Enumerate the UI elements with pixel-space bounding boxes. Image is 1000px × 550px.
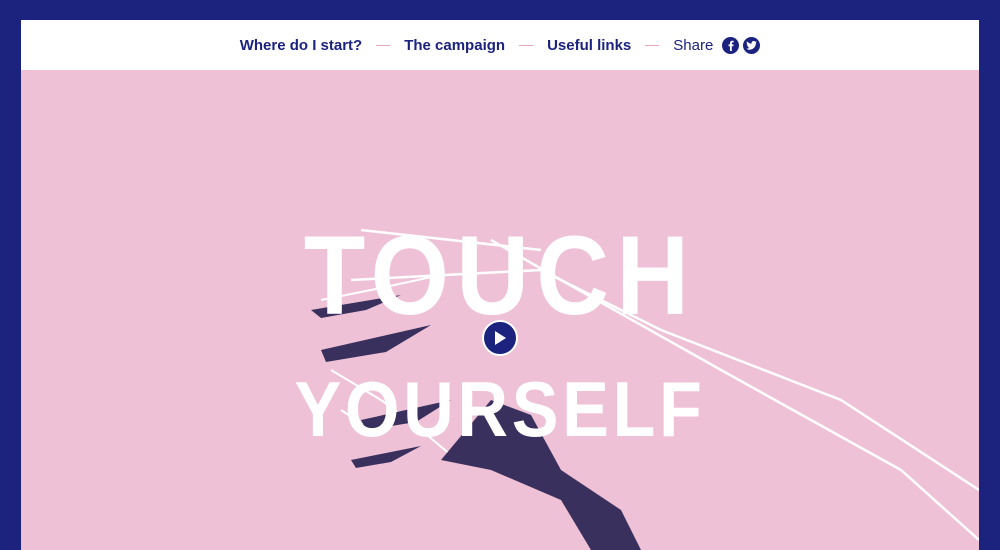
nav-separator bbox=[645, 44, 660, 46]
nav-link-where-do-i-start[interactable]: Where do I start? bbox=[240, 37, 363, 54]
hero-video[interactable]: TOUCH YOURSELF bbox=[21, 70, 979, 550]
twitter-icon[interactable] bbox=[743, 36, 761, 54]
nav-separator bbox=[519, 44, 534, 46]
nav-separator bbox=[376, 44, 391, 46]
facebook-icon[interactable] bbox=[722, 36, 740, 54]
hero-title-line-2: YOURSELF bbox=[294, 365, 706, 453]
nav-link-the-campaign[interactable]: The campaign bbox=[404, 37, 505, 54]
hero-title-line-1: TOUCH bbox=[303, 213, 697, 338]
share-label: Share bbox=[673, 36, 714, 54]
play-icon bbox=[495, 331, 506, 345]
play-button[interactable] bbox=[482, 320, 518, 356]
nav-link-useful-links[interactable]: Useful links bbox=[547, 37, 631, 54]
top-navigation: Where do I start? The campaign Useful li… bbox=[21, 20, 979, 70]
page-frame: Where do I start? The campaign Useful li… bbox=[21, 20, 979, 550]
